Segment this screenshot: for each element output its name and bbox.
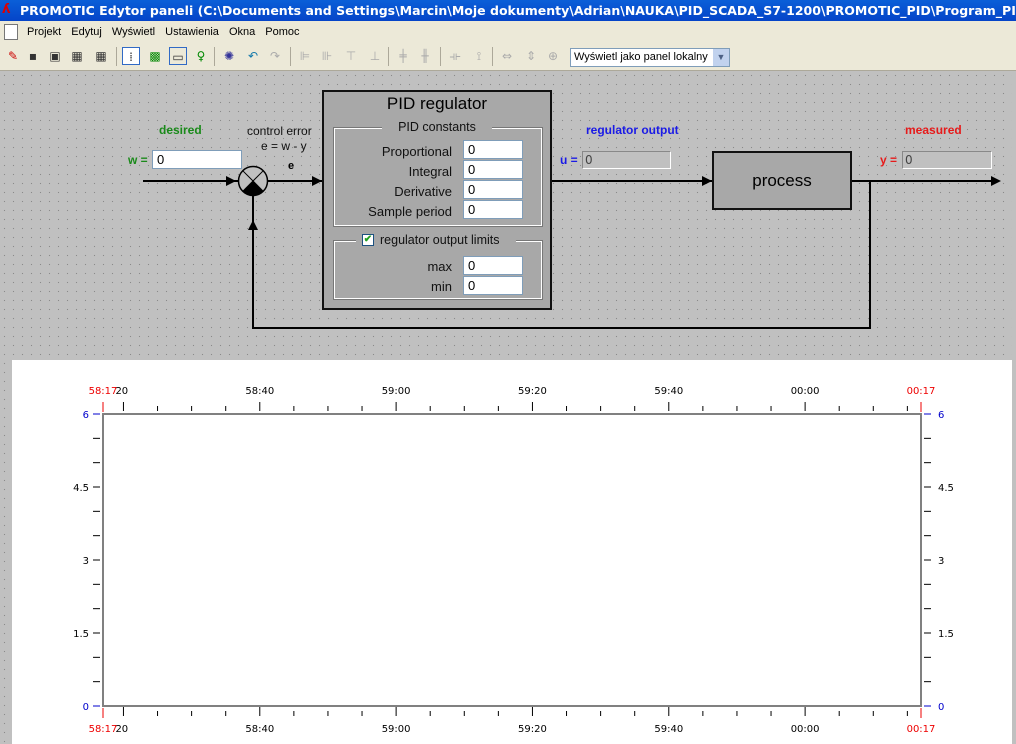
y-tick-label-right: 4.5 (938, 483, 954, 494)
x-tick-label-top: 59:20 (518, 386, 547, 397)
x-tick-label-top: 58:40 (245, 386, 274, 397)
arrow-icon (991, 176, 1001, 186)
min-input[interactable]: 0 (463, 276, 523, 295)
proportional-input[interactable]: 0 (463, 140, 523, 159)
integral-label: Integral (408, 164, 452, 179)
y-tick-label-left: 0 (83, 702, 89, 713)
pid-constants-label: PID constants (382, 120, 492, 134)
pid-regulator-block: PID regulator PID constants Proportional… (322, 90, 552, 310)
u-label: u = (560, 153, 578, 167)
limits-label: regulator output limits (380, 233, 500, 247)
arrow-icon (226, 176, 236, 186)
y-tick-label-right: 3 (938, 556, 944, 567)
x-tick-label-bottom: 59:40 (654, 724, 683, 735)
x-tick-label-top: 59:40 (654, 386, 683, 397)
x-tick-label-bottom: 59:20 (518, 724, 547, 735)
max-label: max (427, 259, 452, 274)
trend-chart[interactable]: 58:1758:17202058:4058:4059:0059:0059:205… (0, 360, 1016, 744)
y-tick-label-right: 1.5 (938, 629, 954, 640)
y-tick-label-right: 6 (938, 410, 944, 421)
process-block: process (712, 151, 852, 210)
regulator-output-label: regulator output (586, 123, 679, 137)
x-tick-label-top: 00:17 (907, 386, 936, 397)
sample-period-label: Sample period (368, 204, 452, 219)
y-value: 0 (902, 151, 992, 169)
arrow-icon (702, 176, 712, 186)
derivative-input[interactable]: 0 (463, 180, 523, 199)
derivative-label: Derivative (394, 184, 452, 199)
control-error-label: control error (247, 124, 312, 138)
proportional-label: Proportional (381, 144, 452, 159)
x-tick-label-bottom: 00:00 (791, 724, 820, 735)
x-tick-label-top: 59:00 (382, 386, 411, 397)
error-formula: e = w - y (261, 139, 307, 153)
y-tick-label-left: 6 (83, 410, 89, 421)
pid-title: PID regulator (386, 94, 488, 113)
measured-label: measured (905, 123, 962, 137)
limits-checkbox[interactable]: ✔ (362, 234, 374, 246)
y-tick-label-right: 0 (938, 702, 944, 713)
x-tick-label-bottom: 58:17 (89, 724, 118, 735)
x-tick-label-top: 20 (115, 386, 128, 397)
plot-area (102, 413, 922, 707)
y-tick-label-left: 4.5 (73, 483, 89, 494)
min-label: min (431, 279, 452, 294)
w-label: w = (128, 153, 148, 167)
x-tick-label-top: 58:17 (89, 386, 118, 397)
u-value: 0 (582, 151, 671, 169)
sample-period-input[interactable]: 0 (463, 200, 523, 219)
desired-label: desired (159, 123, 202, 137)
arrow-icon (312, 176, 322, 186)
e-label: e (288, 160, 295, 172)
y-label: y = (880, 153, 898, 167)
max-input[interactable]: 0 (463, 256, 523, 275)
integral-input[interactable]: 0 (463, 160, 523, 179)
x-tick-label-bottom: 59:00 (382, 724, 411, 735)
y-tick-label-left: 1.5 (73, 629, 89, 640)
limits-checkbox-row[interactable]: ✔ regulator output limits (356, 233, 516, 247)
arrow-icon (248, 220, 258, 230)
y-tick-label-left: 3 (83, 556, 89, 567)
x-tick-label-bottom: 20 (115, 724, 128, 735)
x-tick-label-top: 00:00 (791, 386, 820, 397)
x-tick-label-bottom: 00:17 (907, 724, 936, 735)
summing-junction-icon (237, 165, 269, 197)
w-input[interactable]: 0 (152, 150, 242, 169)
x-tick-label-bottom: 58:40 (245, 724, 274, 735)
